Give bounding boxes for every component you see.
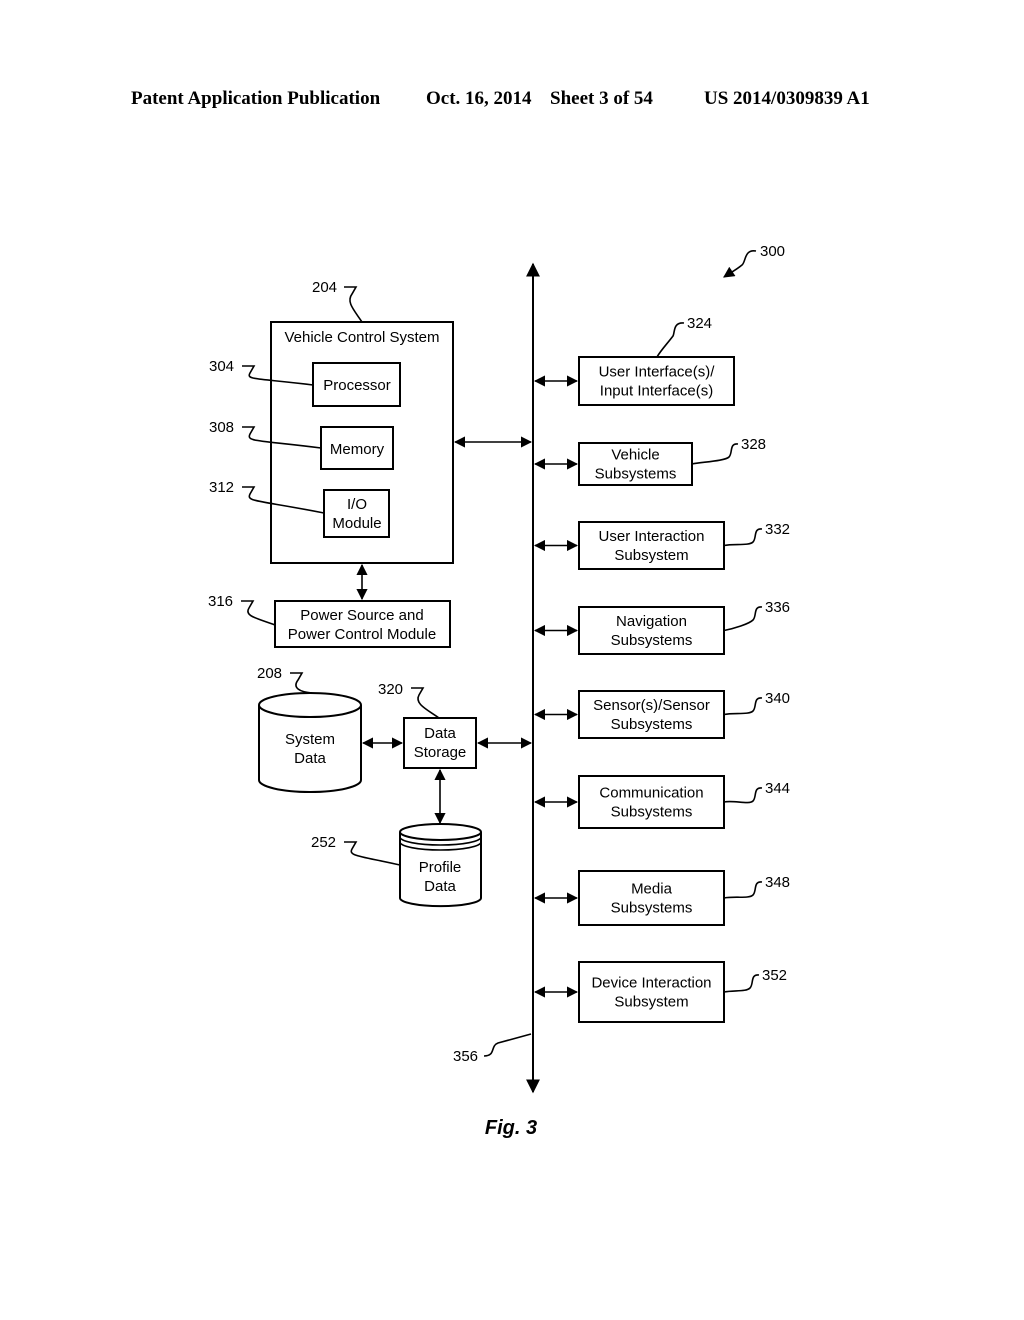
leader-line [290, 672, 313, 694]
figure-ref: 300 [723, 243, 785, 278]
power-module: Power Source and Power Control Module 31… [208, 593, 451, 648]
leader-line [344, 841, 401, 866]
ref-label: 324 [687, 315, 712, 332]
io-module-label-1: I/O [347, 496, 367, 513]
system-data-label-1: System [285, 731, 335, 748]
subsystem-324: User Interface(s)/ Input Interface(s) 324 [533, 315, 735, 406]
memory-label: Memory [330, 441, 385, 458]
ref-label: 348 [765, 874, 790, 891]
subsystem-label-2: Subsystems [611, 900, 693, 917]
leader-line [656, 322, 685, 358]
subsystem-label-2: Subsystems [611, 804, 693, 821]
ref-label: 344 [765, 780, 790, 797]
profile-data-label-2: Data [424, 878, 456, 895]
leader-line [411, 687, 440, 719]
figure-diagram: 300 356 Vehicle Control System 204 Proce… [208, 243, 790, 1139]
system-data-cylinder-top [258, 692, 362, 718]
ref-label: 332 [765, 521, 790, 538]
leader-line [723, 528, 763, 547]
ref-label: 304 [209, 358, 234, 375]
subsystem-348: Media Subsystems 348 [533, 870, 790, 926]
subsystem-340: Sensor(s)/Sensor Subsystems 340 [533, 690, 790, 739]
subsystem-label-1: Device Interaction [591, 975, 711, 992]
ref-label: 356 [453, 1048, 478, 1065]
vcs-title: Vehicle Control System [284, 329, 439, 346]
bus-ref: 356 [453, 1033, 532, 1065]
subsystem-label-1: Media [631, 881, 673, 898]
vehicle-control-system: Vehicle Control System 204 Processor 304… [209, 279, 454, 564]
profile-data-label-1: Profile [419, 859, 462, 876]
subsystem-label-2: Subsystems [611, 716, 693, 733]
system-data-cylinder-body [258, 705, 362, 793]
profile-data: Profile Data 252 [311, 823, 482, 908]
subsystem-label-2: Input Interface(s) [600, 383, 713, 400]
subsystem-352: Device Interaction Subsystem 352 [533, 961, 787, 1023]
data-storage: Data Storage 320 [378, 681, 477, 769]
subsystem-label-1: Sensor(s)/Sensor [593, 697, 710, 714]
ref-label: 252 [311, 834, 336, 851]
subsystem-label-2: Subsystems [611, 632, 693, 649]
power-label-1: Power Source and [300, 607, 423, 624]
ref-label: 204 [312, 279, 337, 296]
system-data: System Data 208 [257, 665, 362, 793]
system-data-label-2: Data [294, 750, 326, 767]
ref-label: 312 [209, 479, 234, 496]
leader-line [483, 1033, 532, 1057]
subsystem-328: Vehicle Subsystems 328 [533, 436, 766, 486]
subsystem-332: User Interaction Subsystem 332 [533, 521, 790, 570]
profile-data-cylinder-top [399, 823, 482, 841]
subsystem-label-1: Communication [599, 785, 703, 802]
data-storage-label-2: Storage [414, 744, 467, 761]
leader-line [723, 881, 763, 899]
subsystem-box [578, 870, 725, 926]
subsystem-label-2: Subsystem [614, 547, 688, 564]
leader-line [691, 443, 739, 465]
subsystem-336: Navigation Subsystems 336 [533, 599, 790, 655]
data-storage-label-1: Data [424, 725, 456, 742]
subsystem-label-1: Navigation [616, 613, 687, 630]
leader-line [723, 606, 763, 632]
leader-line [723, 974, 760, 993]
ref-label: 208 [257, 665, 282, 682]
ref-label: 340 [765, 690, 790, 707]
ref-label: 308 [209, 419, 234, 436]
ref-label: 320 [378, 681, 403, 698]
subsystem-label-2: Subsystem [614, 994, 688, 1011]
subsystem-label-1: User Interaction [599, 528, 705, 545]
io-module-label-2: Module [332, 515, 381, 532]
power-label-2: Power Control Module [288, 626, 436, 643]
subsystem-list: User Interface(s)/ Input Interface(s) 324 V… [533, 315, 790, 1023]
subsystem-label-2: Subsystems [595, 466, 677, 483]
subsystem-344: Communication Subsystems 344 [533, 775, 790, 829]
leader-line [344, 286, 363, 323]
leader-line [241, 600, 276, 626]
ref-arrow-icon [723, 250, 757, 278]
subsystem-label-1: Vehicle [611, 447, 659, 464]
leader-line [723, 787, 763, 804]
ref-label: 328 [741, 436, 766, 453]
ref-label: 336 [765, 599, 790, 616]
ref-label: 352 [762, 967, 787, 984]
processor-label: Processor [323, 377, 391, 394]
ref-label: 316 [208, 593, 233, 610]
subsystem-box [578, 961, 725, 1023]
leader-line [723, 697, 763, 716]
figure-caption: Fig. 3 [485, 1117, 537, 1139]
subsystem-label-1: User Interface(s)/ [599, 364, 716, 381]
ref-label: 300 [760, 243, 785, 260]
